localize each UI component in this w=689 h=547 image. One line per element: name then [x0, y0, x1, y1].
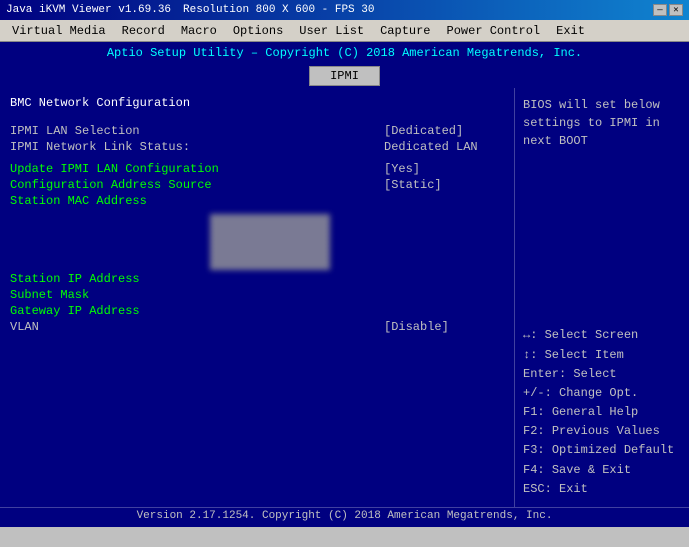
key-change-opt: +/-: [523, 386, 552, 400]
menu-power-control[interactable]: Power Control [439, 22, 549, 40]
menu-options[interactable]: Options [225, 22, 291, 40]
row-config-address-source: Configuration Address Source [Static] [10, 178, 504, 192]
help-row-esc: ESC: Exit [523, 480, 681, 499]
help-row-enter: Enter: Select [523, 365, 681, 384]
label-subnet-mask: Subnet Mask [10, 288, 89, 302]
bios-header: Aptio Setup Utility – Copyright (C) 2018… [0, 42, 689, 64]
row-station-ip: Station IP Address [10, 272, 504, 286]
key-enter: Enter: [523, 367, 566, 381]
title-bar: Java iKVM Viewer v1.69.36 Resolution 800… [0, 0, 689, 20]
help-row-f1: F1: General Help [523, 403, 681, 422]
desc-enter: Select [573, 367, 616, 381]
menu-virtual-media[interactable]: Virtual Media [4, 22, 114, 40]
value-vlan: [Disable] [384, 320, 504, 334]
label-gateway-ip: Gateway IP Address [10, 304, 140, 318]
menu-capture[interactable]: Capture [372, 22, 438, 40]
help-row-f2: F2: Previous Values [523, 422, 681, 441]
label-ipmi-network-link: IPMI Network Link Status: [10, 140, 190, 154]
tab-bar: IPMI [0, 64, 689, 88]
value-station-mac [384, 194, 504, 208]
right-top-text: BIOS will set below settings to IPMI in … [523, 96, 681, 318]
tab-ipmi[interactable]: IPMI [309, 66, 380, 86]
redacted-data-block [210, 214, 330, 270]
value-subnet-mask [384, 288, 504, 302]
minimize-button[interactable]: — [653, 4, 667, 16]
row-update-ipmi-lan: Update IPMI LAN Configuration [Yes] [10, 162, 504, 176]
desc-esc: Exit [559, 482, 588, 496]
help-row-f4: F4: Save & Exit [523, 461, 681, 480]
key-select-item: ↕: [523, 348, 537, 362]
section-title: BMC Network Configuration [10, 96, 504, 110]
label-station-mac: Station MAC Address [10, 194, 147, 208]
menu-record[interactable]: Record [114, 22, 173, 40]
help-row-select-screen: ↔: Select Screen [523, 326, 681, 345]
right-panel: BIOS will set below settings to IPMI in … [514, 88, 689, 507]
label-config-address-source: Configuration Address Source [10, 178, 212, 192]
key-select-screen: ↔: [523, 328, 537, 342]
app-title: Java iKVM Viewer v1.69.36 [6, 4, 171, 16]
key-f3: F3: [523, 443, 545, 457]
right-help-section: ↔: Select Screen ↕: Select Item Enter: S… [523, 326, 681, 499]
help-row-f3: F3: Optimized Default [523, 441, 681, 460]
value-update-ipmi-lan: [Yes] [384, 162, 504, 176]
label-vlan: VLAN [10, 320, 39, 334]
key-f2: F2: [523, 424, 545, 438]
resolution-info: Resolution 800 X 600 - FPS 30 [183, 4, 374, 16]
row-ipmi-lan-selection: IPMI LAN Selection [Dedicated] [10, 124, 504, 138]
key-f1: F1: [523, 405, 545, 419]
bios-footer: Version 2.17.1254. Copyright (C) 2018 Am… [137, 510, 553, 522]
value-gateway-ip [384, 304, 504, 318]
key-esc: ESC: [523, 482, 552, 496]
desc-f4: Save & Exit [552, 463, 631, 477]
row-subnet-mask: Subnet Mask [10, 288, 504, 302]
desc-select-screen: Select Screen [545, 328, 639, 342]
desc-f3: Optimized Default [552, 443, 674, 457]
menu-exit[interactable]: Exit [548, 22, 593, 40]
desc-f2: Previous Values [552, 424, 660, 438]
bios-wrapper: Aptio Setup Utility – Copyright (C) 2018… [0, 42, 689, 527]
row-gateway-ip: Gateway IP Address [10, 304, 504, 318]
menu-bar: Virtual Media Record Macro Options User … [0, 20, 689, 42]
label-ipmi-lan-selection: IPMI LAN Selection [10, 124, 140, 138]
desc-change-opt: Change Opt. [559, 386, 638, 400]
row-vlan: VLAN [Disable] [10, 320, 504, 334]
title-bar-controls[interactable]: — ✕ [653, 4, 683, 16]
value-ipmi-network-link: Dedicated LAN [384, 140, 504, 154]
title-bar-left: Java iKVM Viewer v1.69.36 Resolution 800… [6, 4, 374, 16]
value-config-address-source: [Static] [384, 178, 504, 192]
key-f4: F4: [523, 463, 545, 477]
row-station-mac: Station MAC Address [10, 194, 504, 208]
label-station-ip: Station IP Address [10, 272, 140, 286]
help-row-change-opt: +/-: Change Opt. [523, 384, 681, 403]
label-update-ipmi-lan: Update IPMI LAN Configuration [10, 162, 219, 176]
row-ipmi-network-link: IPMI Network Link Status: Dedicated LAN [10, 140, 504, 154]
desc-select-item: Select Item [545, 348, 624, 362]
left-panel: BMC Network Configuration IPMI LAN Selec… [0, 88, 514, 507]
value-ipmi-lan-selection: [Dedicated] [384, 124, 504, 138]
desc-f1: General Help [552, 405, 638, 419]
bios-title: Aptio Setup Utility – Copyright (C) 2018… [107, 46, 582, 60]
close-button[interactable]: ✕ [669, 4, 683, 16]
menu-macro[interactable]: Macro [173, 22, 225, 40]
menu-user-list[interactable]: User List [291, 22, 372, 40]
help-row-select-item: ↕: Select Item [523, 346, 681, 365]
value-station-ip [384, 272, 504, 286]
status-bar: Version 2.17.1254. Copyright (C) 2018 Am… [0, 507, 689, 527]
content-area: BMC Network Configuration IPMI LAN Selec… [0, 88, 689, 507]
